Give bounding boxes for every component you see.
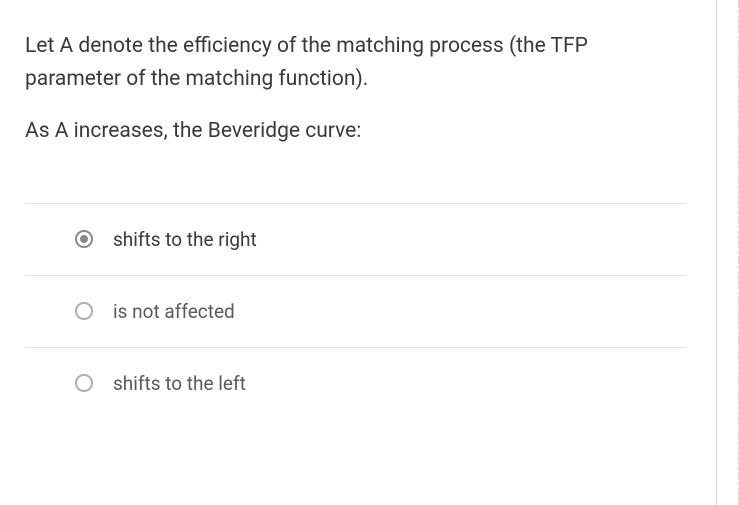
option-row-1[interactable]: is not affected bbox=[25, 276, 686, 348]
option-label: shifts to the left bbox=[113, 372, 246, 395]
option-label: shifts to the right bbox=[113, 228, 257, 251]
question-text-2: As A increases, the Beveridge curve: bbox=[25, 115, 686, 148]
options-list: shifts to the right is not affected shif… bbox=[25, 203, 686, 419]
option-row-0[interactable]: shifts to the right bbox=[25, 204, 686, 276]
radio-icon bbox=[75, 230, 93, 248]
option-row-2[interactable]: shifts to the left bbox=[25, 348, 686, 419]
question-container: Let A denote the efficiency of the match… bbox=[0, 0, 717, 505]
question-text-1: Let A denote the efficiency of the match… bbox=[25, 30, 686, 95]
radio-icon bbox=[75, 302, 93, 320]
option-label: is not affected bbox=[113, 300, 235, 323]
radio-icon bbox=[75, 374, 93, 392]
